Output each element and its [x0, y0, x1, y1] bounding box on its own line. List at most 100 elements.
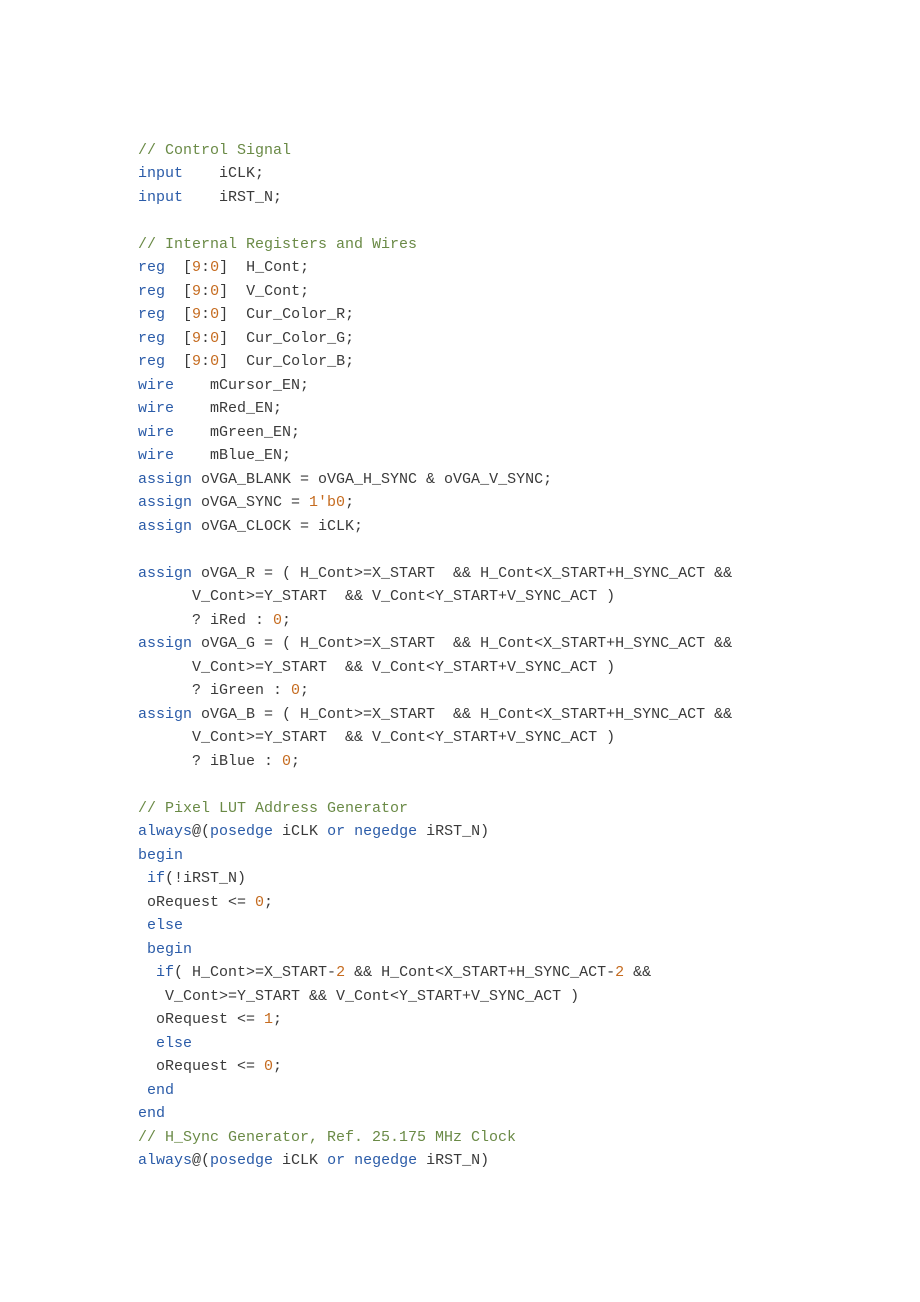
number: 0	[273, 612, 282, 629]
code-text: oVGA_B = ( H_Cont>=X_START && H_Cont<X_S…	[192, 706, 732, 723]
keyword-else: else	[147, 917, 183, 934]
keyword-wire: wire	[138, 447, 174, 464]
code-text: iCLK;	[183, 165, 264, 182]
number: 0	[210, 259, 219, 276]
code-text: V_Cont>=Y_START && V_Cont<Y_START+V_SYNC…	[138, 588, 615, 605]
number: 0	[210, 353, 219, 370]
keyword-else: else	[156, 1035, 192, 1052]
comment: // Internal Registers and Wires	[138, 236, 417, 253]
code-text: [	[165, 353, 192, 370]
code-text: mCursor_EN;	[174, 377, 309, 394]
keyword-reg: reg	[138, 353, 165, 370]
code-text: ;	[273, 1011, 282, 1028]
code-text: ] Cur_Color_G;	[219, 330, 354, 347]
keyword-if: if	[147, 870, 165, 887]
code-text: [	[165, 259, 192, 276]
code-text: ;	[345, 494, 354, 511]
code-text	[138, 870, 147, 887]
code-text: [	[165, 330, 192, 347]
keyword-assign: assign	[138, 471, 192, 488]
code-text: [	[165, 306, 192, 323]
code-text: V_Cont>=Y_START && V_Cont<Y_START+V_SYNC…	[138, 988, 579, 1005]
code-text: iRST_N)	[417, 1152, 489, 1169]
code-text: iCLK	[273, 1152, 327, 1169]
keyword-end: end	[138, 1105, 165, 1122]
code-text: oVGA_BLANK = oVGA_H_SYNC & oVGA_V_SYNC;	[192, 471, 552, 488]
code-text	[138, 1082, 147, 1099]
number: 2	[336, 964, 345, 981]
keyword-or: or	[327, 1152, 345, 1169]
code-text: ;	[291, 753, 300, 770]
code-text: oVGA_G = ( H_Cont>=X_START && H_Cont<X_S…	[192, 635, 732, 652]
keyword-assign: assign	[138, 565, 192, 582]
code-text: ;	[273, 1058, 282, 1075]
code-text: ;	[300, 682, 309, 699]
code-text: V_Cont>=Y_START && V_Cont<Y_START+V_SYNC…	[138, 729, 615, 746]
keyword-or: or	[327, 823, 345, 840]
code-text	[345, 823, 354, 840]
number: 9	[192, 306, 201, 323]
keyword-wire: wire	[138, 377, 174, 394]
number: 2	[615, 964, 624, 981]
code-text: mRed_EN;	[174, 400, 282, 417]
keyword-always: always	[138, 823, 192, 840]
literal: 1'b0	[309, 494, 345, 511]
code-text: ] V_Cont;	[219, 283, 309, 300]
code-text: :	[201, 353, 210, 370]
number: 0	[210, 330, 219, 347]
code-text	[138, 1035, 156, 1052]
code-text: ? iRed :	[138, 612, 273, 629]
code-text: ] Cur_Color_B;	[219, 353, 354, 370]
number: 0	[255, 894, 264, 911]
code-text: @(	[192, 1152, 210, 1169]
keyword-posedge: posedge	[210, 1152, 273, 1169]
keyword-reg: reg	[138, 259, 165, 276]
code-text: oRequest <=	[138, 894, 255, 911]
code-text	[138, 941, 147, 958]
code-text: oVGA_CLOCK = iCLK;	[192, 518, 363, 535]
code-text: ? iBlue :	[138, 753, 282, 770]
code-text: oRequest <=	[138, 1011, 264, 1028]
code-text: ;	[264, 894, 273, 911]
code-text: oRequest <=	[138, 1058, 264, 1075]
code-text: &&	[624, 964, 651, 981]
keyword-negedge: negedge	[354, 823, 417, 840]
code-text	[138, 917, 147, 934]
keyword-end: end	[147, 1082, 174, 1099]
code-text: iRST_N;	[183, 189, 282, 206]
keyword-begin: begin	[147, 941, 192, 958]
code-text: :	[201, 259, 210, 276]
keyword-if: if	[156, 964, 174, 981]
keyword-assign: assign	[138, 706, 192, 723]
code-text: ;	[282, 612, 291, 629]
code-text: :	[201, 330, 210, 347]
code-text: iRST_N)	[417, 823, 489, 840]
keyword-assign: assign	[138, 518, 192, 535]
keyword-begin: begin	[138, 847, 183, 864]
code-text: :	[201, 306, 210, 323]
number: 9	[192, 353, 201, 370]
code-text	[138, 964, 156, 981]
code-text: ( H_Cont>=X_START-	[174, 964, 336, 981]
keyword-reg: reg	[138, 330, 165, 347]
number: 1	[264, 1011, 273, 1028]
number: 9	[192, 259, 201, 276]
number: 9	[192, 330, 201, 347]
code-text: oVGA_SYNC =	[192, 494, 309, 511]
code-text: mGreen_EN;	[174, 424, 300, 441]
keyword-input: input	[138, 165, 183, 182]
code-text: && H_Cont<X_START+H_SYNC_ACT-	[345, 964, 615, 981]
code-text	[345, 1152, 354, 1169]
code-text: mBlue_EN;	[174, 447, 291, 464]
number: 0	[210, 283, 219, 300]
code-text: V_Cont>=Y_START && V_Cont<Y_START+V_SYNC…	[138, 659, 615, 676]
number: 0	[264, 1058, 273, 1075]
code-text: [	[165, 283, 192, 300]
code-text: ] Cur_Color_R;	[219, 306, 354, 323]
number: 0	[291, 682, 300, 699]
keyword-posedge: posedge	[210, 823, 273, 840]
keyword-reg: reg	[138, 306, 165, 323]
code-text: iCLK	[273, 823, 327, 840]
comment: // Control Signal	[138, 142, 291, 159]
keyword-always: always	[138, 1152, 192, 1169]
